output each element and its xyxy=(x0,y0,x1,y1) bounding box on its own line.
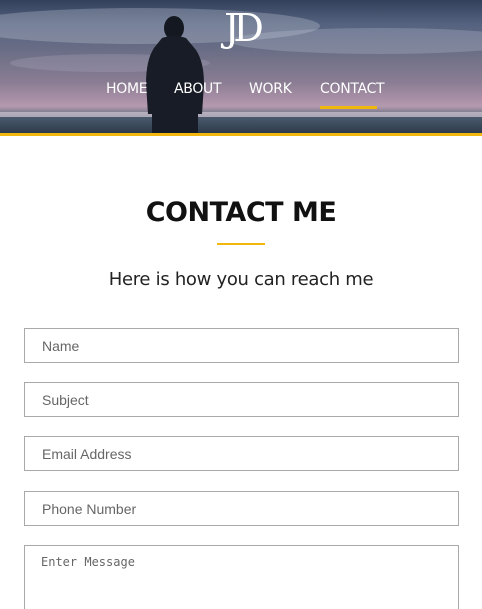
page-title: CONTACT ME xyxy=(145,197,337,228)
title-divider xyxy=(217,243,265,245)
nav-item-home[interactable]: HOME xyxy=(106,78,148,102)
nav-item-contact[interactable]: CONTACT xyxy=(320,78,385,102)
subject-input[interactable] xyxy=(24,382,459,417)
hero-water xyxy=(0,117,482,133)
nav-item-about[interactable]: ABOUT xyxy=(174,78,222,102)
phone-input[interactable] xyxy=(24,491,459,526)
main-nav: HOME ABOUT WORK CONTACT xyxy=(0,78,482,102)
nav-active-indicator xyxy=(320,106,377,109)
page-subtitle: Here is how you can reach me xyxy=(108,269,374,290)
person-silhouette-image xyxy=(146,16,204,133)
name-input[interactable] xyxy=(24,328,459,363)
site-logo[interactable]: JD xyxy=(206,4,276,52)
nav-item-work[interactable]: WORK xyxy=(249,78,292,102)
email-input[interactable] xyxy=(24,436,459,471)
message-textarea[interactable] xyxy=(24,545,459,609)
hero-header: JD HOME ABOUT WORK CONTACT xyxy=(0,0,482,136)
